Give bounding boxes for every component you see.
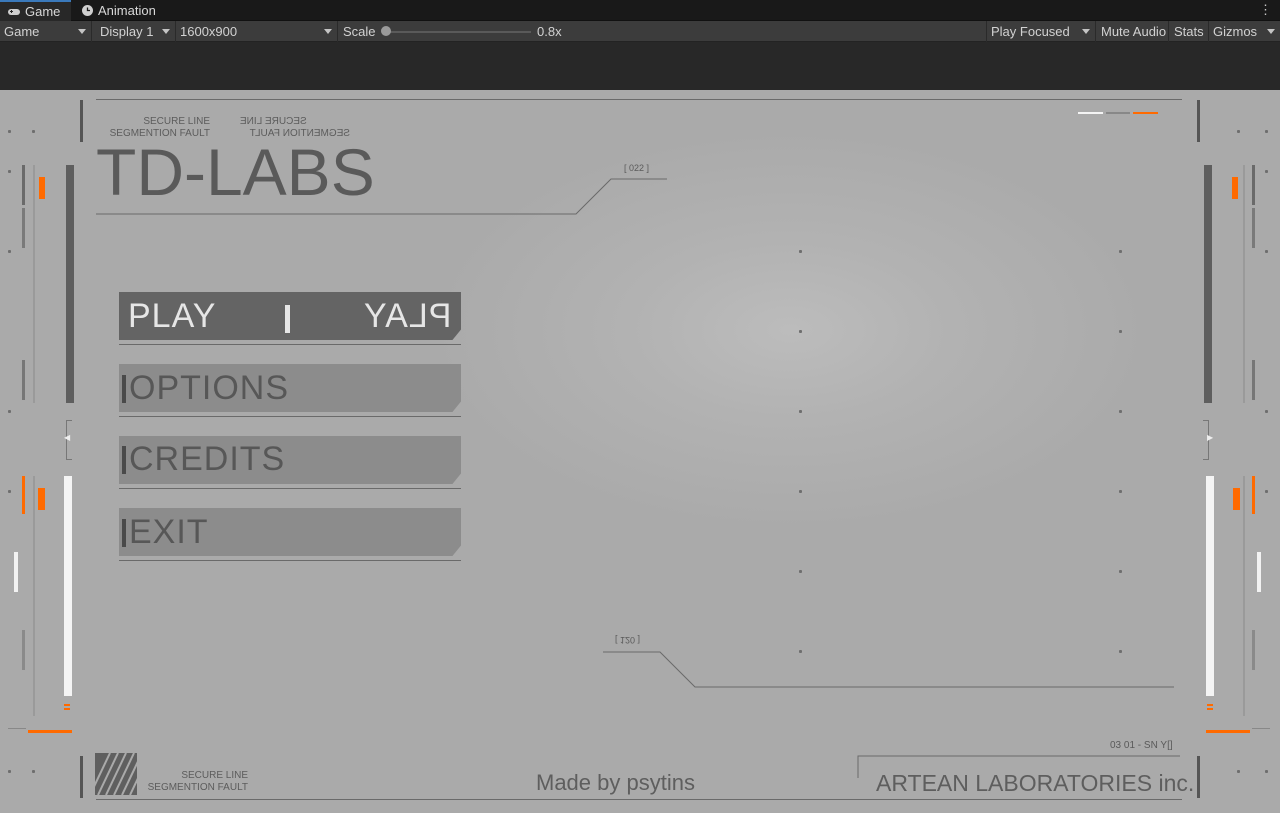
tab-game[interactable]: Game	[0, 0, 71, 21]
scale-slider-handle[interactable]	[381, 26, 391, 36]
resolution-dropdown[interactable]: 1600x900	[176, 21, 338, 42]
options-button-label: OPTIONS	[129, 369, 290, 407]
options-bar	[122, 375, 126, 403]
footer-subtitle: SECURE LINE SEGMENTION FAULT	[140, 770, 248, 794]
grid-dot	[1119, 570, 1122, 573]
grid-dot	[799, 250, 802, 253]
grid-dot	[1119, 410, 1122, 413]
play-mode-dropdown[interactable]: Play Focused	[986, 21, 1096, 42]
grid-dot	[1119, 490, 1122, 493]
play-button-underline	[119, 344, 461, 345]
view-mode-label: Game	[4, 24, 40, 39]
grid-dot	[799, 410, 802, 413]
grid-dot	[1119, 250, 1122, 253]
grid-dot	[799, 570, 802, 573]
gizmos-label: Gizmos	[1213, 24, 1258, 39]
mute-audio-toggle[interactable]: Mute Audio	[1097, 21, 1169, 42]
credits-button-label: CREDITS	[129, 440, 286, 478]
tag-top: [ 022 ]	[624, 163, 650, 173]
grid-dot	[799, 650, 802, 653]
grid-dot	[1119, 330, 1122, 333]
gizmos-dropdown[interactable]: Gizmos	[1209, 21, 1280, 42]
chevron-down-icon	[78, 29, 86, 34]
grid-dot	[799, 490, 802, 493]
options-button-underline	[119, 416, 461, 417]
gamepad-icon	[8, 8, 20, 15]
company-name: ARTEAN LABORATORIES inc.	[876, 770, 1195, 796]
play-button-mirrored-label: PLAY	[363, 297, 452, 335]
stats-toggle[interactable]: Stats	[1170, 21, 1209, 42]
credits-bar	[122, 446, 126, 474]
lower-hud-line	[603, 651, 1174, 688]
scale-label: Scale	[343, 24, 376, 39]
play-cursor-bar	[285, 305, 290, 333]
made-by-credit: Made by psytins	[536, 770, 695, 795]
exit-button-label: EXIT	[129, 513, 209, 551]
chevron-down-icon	[162, 29, 170, 34]
play-button-label: PLAY	[128, 297, 217, 335]
view-mode-dropdown[interactable]: Game	[0, 21, 92, 42]
exit-bar	[122, 519, 126, 547]
resolution-label: 1600x900	[180, 24, 238, 39]
footer-secure-line: SECURE LINE	[181, 770, 248, 781]
scale-value: 0.8x	[537, 24, 562, 39]
chevron-down-icon	[1267, 29, 1275, 34]
game-view-letterbox	[0, 42, 1280, 90]
credits-button-underline	[119, 488, 461, 489]
grid-dot	[1119, 650, 1122, 653]
game-view-toolbar: Game Display 1 1600x900 Scale 0.8x Play …	[0, 21, 1280, 42]
editor-tab-bar: Game Animation ⋮	[0, 0, 1280, 21]
serial-code: 03 01 - SN Y[]	[1110, 740, 1173, 751]
display-dropdown[interactable]: Display 1	[96, 21, 176, 42]
tab-game-label: Game	[25, 4, 61, 19]
hatch-logo-icon	[95, 753, 137, 795]
chevron-down-icon	[324, 29, 332, 34]
more-options-icon[interactable]: ⋮	[1259, 2, 1272, 18]
game-viewport: ◀ ▶ SECURE LINE SEGMENTION FAULT SECURE …	[0, 90, 1280, 813]
exit-button-underline	[119, 560, 461, 561]
tab-animation[interactable]: Animation	[74, 0, 164, 21]
play-mode-label: Play Focused	[991, 24, 1070, 39]
chevron-down-icon	[1082, 29, 1090, 34]
title-underline	[96, 178, 667, 215]
grid-dot	[799, 330, 802, 333]
footer-segfault: SEGMENTION FAULT	[147, 782, 248, 793]
display-label: Display 1	[100, 24, 154, 39]
tag-bottom: [ 120 ]	[615, 635, 641, 645]
tab-animation-label: Animation	[98, 3, 156, 18]
clock-icon	[82, 5, 93, 16]
scale-slider-track[interactable]	[386, 31, 531, 33]
